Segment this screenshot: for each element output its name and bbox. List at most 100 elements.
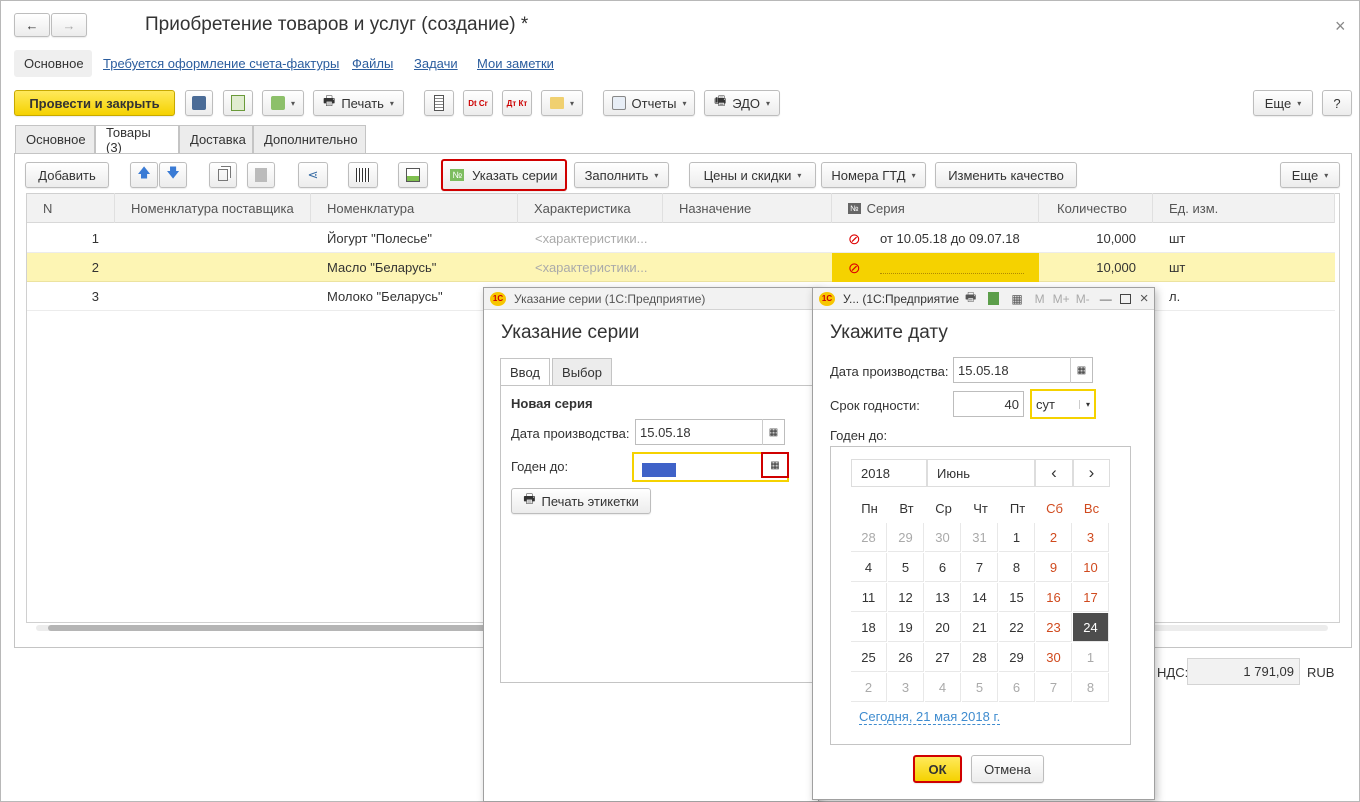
barcode-button[interactable] bbox=[348, 162, 378, 188]
attachments-button[interactable]: ▾ bbox=[541, 90, 583, 116]
calendar-day[interactable]: 6 bbox=[999, 673, 1035, 702]
calendar-day[interactable]: 30 bbox=[1036, 643, 1072, 672]
calendar-icon[interactable]: ▦ bbox=[1070, 357, 1092, 383]
move-up-button[interactable]: 🡅 bbox=[130, 162, 158, 188]
gtd-button[interactable]: Номера ГТД ▾ bbox=[821, 162, 926, 188]
calendar-day[interactable]: 7 bbox=[1036, 673, 1072, 702]
post-button[interactable] bbox=[223, 90, 253, 116]
calendar-day[interactable]: 26 bbox=[888, 643, 924, 672]
tab-input[interactable]: Ввод bbox=[500, 358, 550, 386]
calendar-day[interactable]: 12 bbox=[888, 583, 924, 612]
prices-button[interactable]: Цены и скидки ▾ bbox=[689, 162, 816, 188]
more-button[interactable]: Еще ▾ bbox=[1253, 90, 1313, 116]
calendar-day[interactable]: 3 bbox=[888, 673, 924, 702]
series-dialog-titlebar[interactable]: 1С Указание серии (1С:Предприятие) bbox=[484, 288, 818, 310]
calendar-month[interactable]: Июнь bbox=[927, 459, 1035, 487]
back-button[interactable]: ← bbox=[14, 13, 50, 37]
calendar-day[interactable]: 4 bbox=[851, 553, 887, 582]
tab-select[interactable]: Выбор bbox=[552, 358, 612, 386]
col-char[interactable]: Характеристика bbox=[518, 193, 663, 223]
add-button[interactable]: Добавить bbox=[25, 162, 109, 188]
post-close-button[interactable]: Провести и закрыть bbox=[14, 90, 175, 116]
tab-goods[interactable]: Товары (3) bbox=[95, 125, 179, 155]
goods-more-button[interactable]: Еще ▾ bbox=[1280, 162, 1340, 188]
nav-tasks[interactable]: Задачи bbox=[414, 56, 458, 71]
date-dialog-titlebar[interactable]: 1С У... (1С:Предприятие 🖶 ▦ M M+ M- — × bbox=[813, 288, 1154, 310]
ok-button[interactable]: ОК bbox=[913, 755, 962, 783]
dt-cr-button[interactable]: Dt Cr bbox=[463, 90, 493, 116]
calendar-day[interactable]: 19 bbox=[888, 613, 924, 642]
paste-button[interactable] bbox=[247, 162, 275, 188]
calendar-day[interactable]: 29 bbox=[999, 643, 1035, 672]
calendar-icon[interactable]: ▦ bbox=[762, 419, 784, 445]
cancel-button[interactable]: Отмена bbox=[971, 755, 1044, 783]
calendar-day[interactable]: 5 bbox=[962, 673, 998, 702]
calendar-day[interactable]: 31 bbox=[962, 523, 998, 552]
table-row[interactable] bbox=[27, 224, 1335, 253]
calendar-day[interactable]: 30 bbox=[925, 523, 961, 552]
calendar-day[interactable]: 1 bbox=[1073, 643, 1109, 672]
calendar-day[interactable]: 23 bbox=[1036, 613, 1072, 642]
col-unit[interactable]: Ед. изм. bbox=[1153, 193, 1335, 223]
calendar-day[interactable]: 27 bbox=[925, 643, 961, 672]
calendar-day[interactable]: 29 bbox=[888, 523, 924, 552]
today-link[interactable]: Сегодня, 21 мая 2018 г. bbox=[859, 709, 1001, 725]
nav-files[interactable]: Файлы bbox=[352, 56, 393, 71]
col-series[interactable]: № Серия bbox=[832, 193, 1039, 223]
calculator-icon[interactable] bbox=[988, 292, 1000, 305]
tab-main[interactable]: Основное bbox=[15, 125, 95, 153]
print-button[interactable]: 🖶 Печать ▾ bbox=[313, 90, 404, 116]
calendar-day[interactable]: 11 bbox=[851, 583, 887, 612]
calendar-day[interactable]: 8 bbox=[1073, 673, 1109, 702]
print-labels-button[interactable]: 🖶 Печать этикетки bbox=[511, 488, 651, 514]
maximize-icon[interactable] bbox=[1119, 293, 1131, 304]
col-qty[interactable]: Количество bbox=[1039, 193, 1153, 223]
forward-button[interactable]: → bbox=[51, 13, 87, 37]
shelf-life-input[interactable]: 40 bbox=[953, 391, 1024, 417]
calendar-day[interactable]: 4 bbox=[925, 673, 961, 702]
nav-invoice[interactable]: Требуется оформление счета-фактуры bbox=[103, 56, 339, 71]
close-icon[interactable]: × bbox=[1140, 290, 1149, 307]
tab-additional[interactable]: Дополнительно bbox=[253, 125, 366, 153]
calendar-day[interactable]: 3 bbox=[1073, 523, 1109, 552]
col-purpose[interactable]: Назначение bbox=[663, 193, 832, 223]
help-button[interactable]: ? bbox=[1322, 90, 1352, 116]
shelf-unit-select[interactable]: сут ▾ bbox=[1030, 389, 1096, 419]
nav-main[interactable]: Основное bbox=[24, 56, 84, 71]
calendar-day[interactable]: 5 bbox=[888, 553, 924, 582]
calendar-day-selected[interactable]: 24 bbox=[1073, 613, 1109, 642]
calendar-day[interactable]: 17 bbox=[1073, 583, 1109, 612]
col-supplier-nom[interactable]: Номенклатура поставщика bbox=[115, 193, 311, 223]
pick-button[interactable] bbox=[398, 162, 428, 188]
reports-button[interactable]: Отчеты ▾ bbox=[603, 90, 695, 116]
minimize-icon[interactable]: — bbox=[1100, 292, 1112, 306]
calendar-day[interactable]: 28 bbox=[962, 643, 998, 672]
calendar-day[interactable]: 22 bbox=[999, 613, 1035, 642]
dt-kt-button[interactable]: Дт Кт bbox=[502, 90, 532, 116]
calendar-day[interactable]: 25 bbox=[851, 643, 887, 672]
fill-button[interactable]: Заполнить ▾ bbox=[574, 162, 669, 188]
calendar-day[interactable]: 9 bbox=[1036, 553, 1072, 582]
calendar-day[interactable]: 21 bbox=[962, 613, 998, 642]
set-series-button[interactable]: № Указать серии bbox=[441, 159, 567, 191]
close-icon[interactable]: × bbox=[1335, 16, 1346, 37]
calendar-day[interactable]: 2 bbox=[851, 673, 887, 702]
calendar-day[interactable]: 6 bbox=[925, 553, 961, 582]
calendar-next-button[interactable]: › bbox=[1073, 459, 1110, 487]
change-quality-button[interactable]: Изменить качество bbox=[935, 162, 1077, 188]
calendar-day[interactable]: 18 bbox=[851, 613, 887, 642]
memory-m-icon[interactable]: M bbox=[1035, 292, 1045, 306]
nav-notes[interactable]: Мои заметки bbox=[477, 56, 554, 71]
calendar-day[interactable]: 7 bbox=[962, 553, 998, 582]
edo-button[interactable]: 🖷 ЭДО ▾ bbox=[704, 90, 780, 116]
calendar-day[interactable]: 2 bbox=[1036, 523, 1072, 552]
h-scrollbar-thumb[interactable] bbox=[48, 625, 488, 631]
calendar-day[interactable]: 20 bbox=[925, 613, 961, 642]
calendar-day[interactable]: 8 bbox=[999, 553, 1035, 582]
calendar-day[interactable]: 16 bbox=[1036, 583, 1072, 612]
calendar-prev-button[interactable]: ‹ bbox=[1035, 459, 1073, 487]
save-button[interactable] bbox=[185, 90, 213, 116]
table-row-selected[interactable] bbox=[27, 253, 1335, 282]
move-down-button[interactable]: 🡇 bbox=[159, 162, 187, 188]
split-button[interactable]: ⋖ bbox=[298, 162, 328, 188]
